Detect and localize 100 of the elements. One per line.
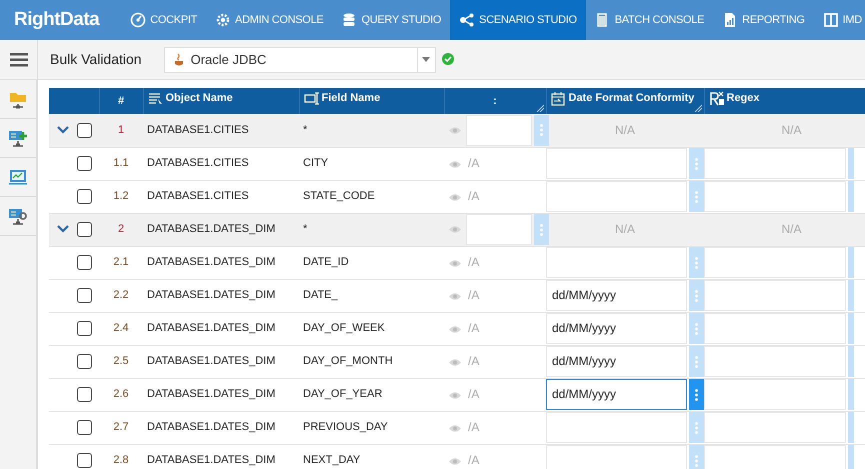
eye-icon [448, 358, 462, 367]
row-menu-button[interactable] [689, 181, 704, 212]
column-header[interactable]: # [118, 92, 124, 110]
input-field[interactable] [466, 214, 532, 245]
table-cell: DATABASE1.DATES_DIM [147, 454, 276, 466]
input-field[interactable] [704, 280, 846, 311]
more-icon [695, 422, 698, 434]
input-field[interactable] [546, 247, 687, 278]
row-number: 1.1 [113, 157, 129, 170]
input-field[interactable]: dd/MM/yyyy [546, 379, 687, 410]
more-icon [540, 224, 543, 236]
input-field[interactable] [704, 181, 846, 212]
row-menu-button[interactable] [689, 379, 704, 410]
input-field[interactable] [546, 148, 687, 179]
logo: RightData [14, 8, 100, 32]
row-number: 2.6 [113, 388, 129, 400]
input-field[interactable] [704, 247, 846, 278]
nav-tab[interactable]: ADMIN CONSOLE [206, 0, 332, 40]
checkbox[interactable] [77, 156, 92, 171]
input-field[interactable] [704, 148, 846, 179]
table-cell: N/A [614, 123, 635, 137]
input-field[interactable] [704, 445, 846, 469]
eye-icon [448, 160, 462, 169]
row-menu-button[interactable] [689, 313, 704, 344]
row-menu-button[interactable] [689, 280, 704, 311]
column-header[interactable]: : [493, 92, 497, 110]
monitor-chart-icon [8, 167, 28, 187]
nav-tab[interactable]: QUERY STUDIO [332, 0, 450, 40]
table-cell: STATE_CODE [303, 190, 375, 202]
eye-icon [448, 225, 462, 234]
menu-icon [10, 52, 28, 66]
chevron-icon[interactable] [57, 126, 69, 134]
input-field[interactable] [466, 114, 532, 146]
eye-icon [448, 424, 462, 433]
input-field[interactable] [704, 313, 846, 344]
table-cell: NEXT_DAY [303, 454, 360, 466]
row-number: 2.4 [113, 322, 129, 334]
checkbox[interactable] [77, 386, 92, 402]
nav-tab[interactable]: COCKPIT [121, 0, 206, 40]
row-number: 1 [118, 124, 124, 136]
table-cell: DATABASE1.DATES_DIM [147, 355, 276, 368]
row-number: 2.8 [113, 454, 129, 466]
table-cell: /A [468, 321, 480, 336]
nav-tab[interactable]: BATCH CONSOLE [586, 0, 714, 40]
table-cell: /A [468, 189, 480, 204]
nav-tab[interactable]: IMD [814, 0, 865, 40]
checkbox[interactable] [77, 320, 92, 336]
add-table-icon [8, 128, 28, 148]
checkbox[interactable] [77, 288, 92, 303]
more-icon [695, 454, 698, 466]
table-cell: DATABASE1.DATES_DIM [147, 421, 276, 434]
eye-icon [448, 292, 462, 301]
eye-icon [448, 390, 462, 400]
checkbox[interactable] [77, 420, 92, 435]
table-cell: DAY_OF_YEAR [303, 388, 382, 400]
input-field[interactable] [546, 181, 687, 212]
settings-icon [215, 12, 232, 28]
input-field[interactable] [546, 412, 687, 443]
chevron-icon[interactable] [57, 225, 69, 234]
resize-grip-icon [536, 104, 544, 112]
table-cell: PREVIOUS_DAY [303, 421, 388, 434]
row-number: 1.2 [113, 190, 129, 202]
row-menu-button[interactable] [689, 247, 704, 278]
input-field[interactable]: dd/MM/yyyy [546, 346, 687, 377]
row-number: 2 [118, 223, 124, 236]
nav-tab[interactable]: REPORTING [713, 0, 814, 40]
row-menu-button[interactable] [534, 114, 549, 146]
checkbox[interactable] [77, 122, 92, 138]
checkbox[interactable] [77, 222, 92, 237]
more-icon [695, 388, 698, 400]
table-cell: DATABASE1.CITIES [147, 157, 249, 170]
row-menu-button[interactable] [689, 148, 704, 179]
row-menu-button[interactable] [689, 445, 704, 469]
table-cell: * [303, 223, 308, 236]
table-cell: /A [468, 420, 480, 434]
eye-icon [448, 456, 462, 466]
input-field[interactable] [704, 346, 846, 377]
table-cell: DAY_OF_MONTH [303, 355, 393, 368]
input-field[interactable] [546, 445, 687, 469]
row-menu-button[interactable] [534, 214, 549, 245]
checkbox[interactable] [77, 188, 92, 204]
more-icon [695, 256, 698, 268]
row-menu-button[interactable] [689, 346, 704, 377]
columns-icon [822, 12, 839, 28]
checkbox[interactable] [77, 254, 92, 270]
input-field[interactable]: dd/MM/yyyy [546, 280, 687, 311]
more-icon [695, 322, 698, 334]
input-field[interactable] [704, 379, 846, 410]
checkbox[interactable] [77, 354, 92, 369]
table-cell: N/A [614, 222, 635, 236]
database-icon [341, 12, 358, 28]
table-cell: N/A [781, 222, 802, 236]
row-menu-button[interactable] [689, 412, 704, 443]
input-field[interactable]: dd/MM/yyyy [546, 313, 687, 344]
nav-tab[interactable]: SCENARIO STUDIO [450, 0, 586, 40]
checkbox[interactable] [77, 452, 92, 468]
connection-select[interactable]: Oracle JDBC [164, 46, 436, 72]
table-cell: DATABASE1.DATES_DIM [147, 322, 276, 334]
table-settings-icon [8, 206, 28, 226]
input-field[interactable] [704, 412, 846, 443]
